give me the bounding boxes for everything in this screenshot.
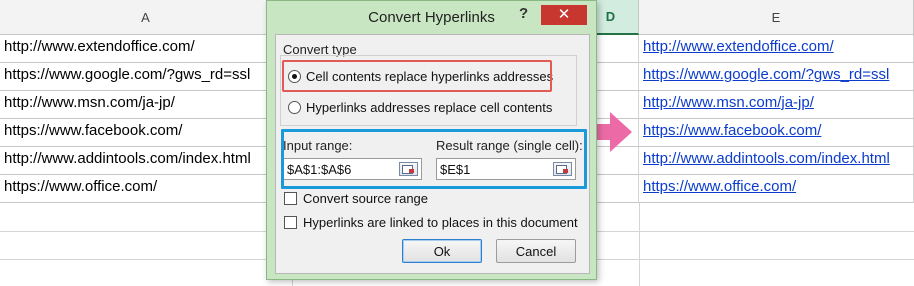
option-hyperlinks-replace-radio[interactable]: Hyperlinks addresses replace cell conten… — [288, 100, 552, 115]
convert-source-label: Convert source range — [303, 191, 429, 206]
convert-source-checkbox[interactable]: Convert source range — [284, 191, 428, 206]
cell-e6-hyperlink[interactable]: https://www.office.com/ — [639, 175, 914, 203]
range-highlight-box — [281, 129, 587, 189]
cell-a3[interactable]: http://www.msn.com/ja-jp/ — [0, 91, 292, 119]
cell-e1-hyperlink[interactable]: http://www.extendoffice.com/ — [639, 35, 914, 63]
cell-e4-hyperlink[interactable]: https://www.facebook.com/ — [639, 119, 914, 147]
column-header-d-label: D — [605, 9, 616, 24]
cell-a5[interactable]: http://www.addintools.com/index.html — [0, 147, 292, 175]
linked-places-label: Hyperlinks are linked to places in this … — [303, 215, 578, 230]
cell-e3-hyperlink[interactable]: http://www.msn.com/ja-jp/ — [639, 91, 914, 119]
column-header-e[interactable]: E — [639, 0, 914, 35]
checkbox-unchecked-icon — [284, 216, 297, 229]
column-header-a[interactable]: A — [0, 0, 292, 35]
cancel-button[interactable]: Cancel — [496, 239, 576, 263]
column-header-a-label: A — [141, 9, 150, 25]
column-header-e-label: E — [771, 9, 781, 25]
cell-a2[interactable]: https://www.google.com/?gws_rd=ssl — [0, 63, 292, 91]
cell-a6[interactable]: https://www.office.com/ — [0, 175, 292, 203]
linked-places-checkbox[interactable]: Hyperlinks are linked to places in this … — [284, 215, 578, 230]
cell-a1[interactable]: http://www.extendoffice.com/ — [0, 35, 292, 63]
cell-a4[interactable]: https://www.facebook.com/ — [0, 119, 292, 147]
checkbox-unchecked-icon — [284, 192, 297, 205]
cell-e2-hyperlink[interactable]: https://www.google.com/?gws_rd=ssl — [639, 63, 914, 91]
radio-unselected-icon — [288, 101, 301, 114]
radio-highlight-box — [282, 60, 552, 92]
cell-e5-hyperlink[interactable]: http://www.addintools.com/index.html — [639, 147, 914, 175]
option-hyperlinks-replace-label: Hyperlinks addresses replace cell conten… — [306, 100, 553, 115]
column-divider — [639, 203, 640, 286]
ok-button[interactable]: Ok — [402, 239, 482, 263]
